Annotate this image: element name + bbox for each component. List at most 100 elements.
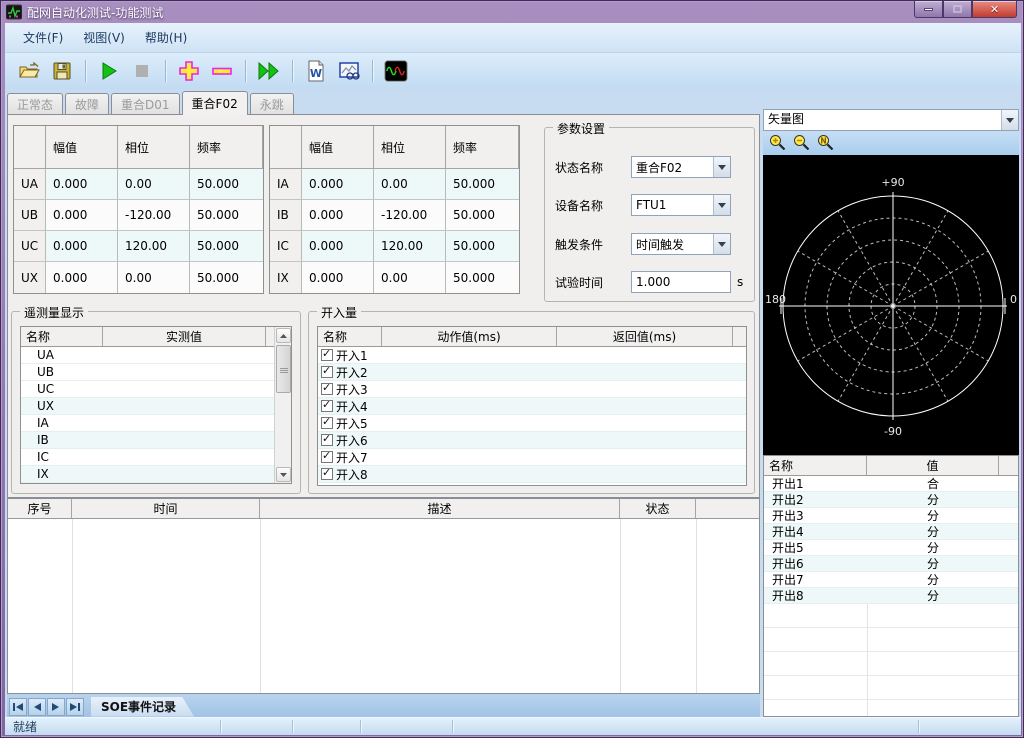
word-report-button[interactable]: W <box>304 59 328 83</box>
stop-button[interactable] <box>130 59 154 83</box>
freq-cell[interactable]: 50.000 <box>190 200 263 231</box>
telemetry-name[interactable]: IX <box>21 466 103 482</box>
remove-state-button[interactable] <box>210 59 234 83</box>
event-col-status[interactable]: 状态 <box>620 499 696 518</box>
telemetry-name[interactable]: IB <box>21 432 103 448</box>
digital-input-title: 开入量 <box>317 304 361 321</box>
telemetry-name[interactable]: IC <box>21 449 103 465</box>
list-item: 开出3分 <box>764 508 1018 524</box>
event-col-time[interactable]: 时间 <box>72 499 260 518</box>
amp-cell[interactable]: 0.000 <box>302 262 374 293</box>
tab-reclose-d01[interactable]: 重合D01 <box>111 93 180 115</box>
freq-cell[interactable]: 50.000 <box>446 231 519 262</box>
event-col-index[interactable]: 序号 <box>8 499 72 518</box>
report-view-button[interactable] <box>337 59 361 83</box>
phase-cell[interactable]: 120.00 <box>118 231 190 262</box>
tab-normal[interactable]: 正常态 <box>7 93 63 115</box>
tab-permanent-trip[interactable]: 永跳 <box>250 93 294 115</box>
phase-cell[interactable]: 0.00 <box>118 169 190 200</box>
trigger-select[interactable]: 时间触发 <box>631 233 731 255</box>
freq-cell[interactable]: 50.000 <box>446 262 519 293</box>
telemetry-value <box>103 432 273 448</box>
phase-cell[interactable]: -120.00 <box>118 200 190 231</box>
telemetry-name[interactable]: UA <box>21 347 103 363</box>
nav-next-button[interactable] <box>47 698 65 716</box>
phase-cell[interactable]: 0.00 <box>374 169 446 200</box>
window-title: 配网自动化测试-功能测试 <box>27 4 163 21</box>
scroll-thumb[interactable] <box>276 345 291 393</box>
freq-cell[interactable]: 50.000 <box>446 169 519 200</box>
amp-cell[interactable]: 0.000 <box>46 231 118 262</box>
add-state-button[interactable] <box>177 59 201 83</box>
di-checkbox[interactable] <box>321 434 333 446</box>
telemetry-name[interactable]: UB <box>21 364 103 380</box>
phase-cell[interactable]: -120.00 <box>374 200 446 231</box>
di-return <box>557 364 733 380</box>
row-header: UC <box>14 231 46 262</box>
menu-help[interactable]: 帮助(H) <box>137 26 195 49</box>
amp-cell[interactable]: 0.000 <box>302 231 374 262</box>
save-button[interactable] <box>50 59 74 83</box>
di-checkbox[interactable] <box>321 366 333 378</box>
phase-cell[interactable]: 0.00 <box>374 262 446 293</box>
nav-first-button[interactable] <box>9 698 27 716</box>
di-checkbox[interactable] <box>321 349 333 361</box>
scroll-up-button[interactable] <box>276 328 291 343</box>
amp-cell[interactable]: 0.000 <box>302 169 374 200</box>
minimize-icon <box>924 8 933 11</box>
waveform-button[interactable] <box>384 59 408 83</box>
open-button[interactable] <box>17 59 41 83</box>
chevron-down-icon[interactable] <box>713 234 730 254</box>
di-checkbox[interactable] <box>321 451 333 463</box>
do-name: 开出5 <box>764 540 867 555</box>
telemetry-name[interactable]: IA <box>21 415 103 431</box>
di-checkbox[interactable] <box>321 417 333 429</box>
zoom-in-button[interactable] <box>769 134 786 155</box>
telemetry-name[interactable]: UC <box>21 381 103 397</box>
table-row: UA 0.000 0.00 50.000 <box>14 169 263 200</box>
event-col-desc[interactable]: 描述 <box>260 499 620 518</box>
run-all-button[interactable] <box>257 59 281 83</box>
telemetry-groupbox: 遥测量显示 名称 实测值 UA UB UC UX IA IB IC IX <box>11 311 301 494</box>
di-checkbox[interactable] <box>321 400 333 412</box>
amp-cell[interactable]: 0.000 <box>46 262 118 293</box>
chevron-down-icon[interactable] <box>1001 110 1018 130</box>
chevron-down-icon[interactable] <box>713 157 730 177</box>
list-item: UX <box>21 398 291 415</box>
minimize-button[interactable] <box>914 1 943 18</box>
state-name-select[interactable]: 重合F02 <box>631 156 731 178</box>
tab-reclose-f02[interactable]: 重合F02 <box>182 91 248 115</box>
device-name-select[interactable]: FTU1 <box>631 194 731 216</box>
start-button[interactable] <box>97 59 121 83</box>
zoom-normal-button[interactable]: N <box>817 134 834 155</box>
freq-cell[interactable]: 50.000 <box>446 200 519 231</box>
menu-view[interactable]: 视图(V) <box>75 26 133 49</box>
scroll-down-button[interactable] <box>276 467 291 482</box>
test-time-input[interactable] <box>631 271 731 293</box>
freq-cell[interactable]: 50.000 <box>190 262 263 293</box>
phase-cell[interactable]: 120.00 <box>374 231 446 262</box>
freq-cell[interactable]: 50.000 <box>190 231 263 262</box>
di-checkbox[interactable] <box>321 383 333 395</box>
row-header: IX <box>270 262 302 293</box>
amp-cell[interactable]: 0.000 <box>46 200 118 231</box>
di-checkbox[interactable] <box>321 468 333 480</box>
list-item: IX <box>21 466 291 483</box>
close-button[interactable]: ✕ <box>972 1 1017 18</box>
menu-file[interactable]: 文件(F) <box>15 26 71 49</box>
telemetry-name[interactable]: UX <box>21 398 103 414</box>
amp-cell[interactable]: 0.000 <box>302 200 374 231</box>
tab-soe-event-log[interactable]: SOE事件记录 <box>91 697 194 717</box>
amp-cell[interactable]: 0.000 <box>46 169 118 200</box>
nav-prev-button[interactable] <box>28 698 46 716</box>
freq-cell[interactable]: 50.000 <box>190 169 263 200</box>
view-selector[interactable]: 矢量图 <box>763 109 1019 131</box>
phase-cell[interactable]: 0.00 <box>118 262 190 293</box>
maximize-button[interactable] <box>943 1 972 18</box>
tab-fault[interactable]: 故障 <box>65 93 109 115</box>
chevron-down-icon[interactable] <box>713 195 730 215</box>
di-return <box>557 449 733 465</box>
nav-last-button[interactable] <box>66 698 84 716</box>
zoom-out-button[interactable] <box>793 134 810 155</box>
scrollbar[interactable] <box>274 327 291 483</box>
